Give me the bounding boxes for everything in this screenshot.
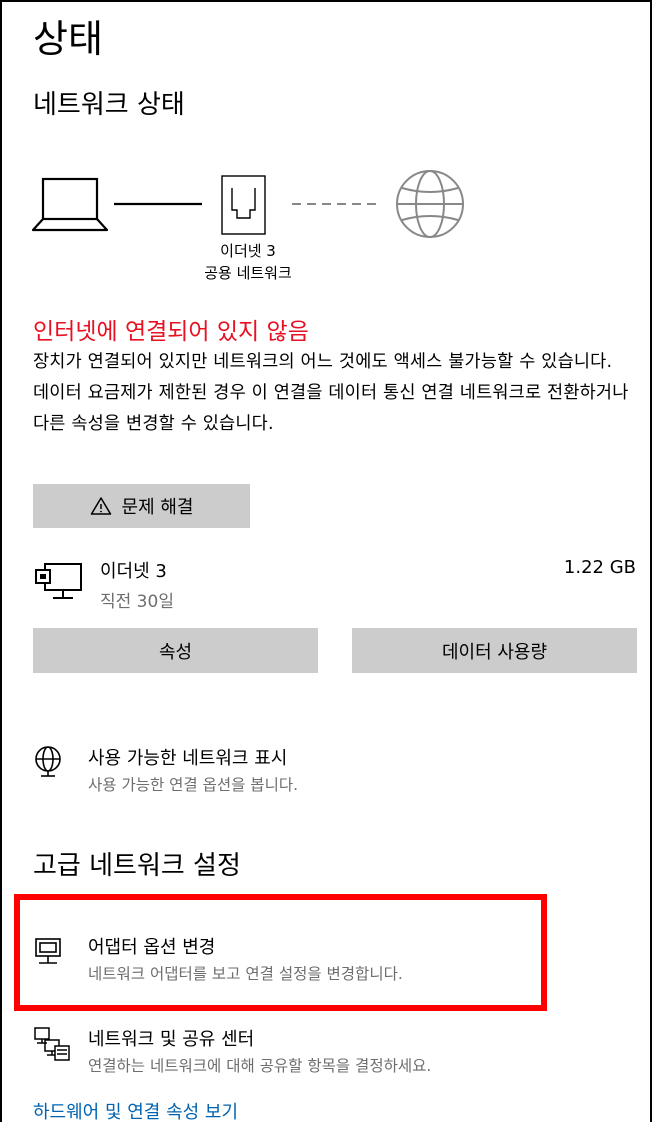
data-usage-button[interactable]: 데이터 사용량 — [352, 628, 637, 673]
network-diagram — [31, 170, 464, 238]
diagram-adapter-name: 이더넷 3 — [220, 242, 276, 260]
warning-icon — [90, 497, 111, 515]
advanced-settings-heading: 고급 네트워크 설정 — [33, 851, 241, 881]
sharing-center-subtitle: 연결하는 네트워크에 대해 공유할 항목을 결정하세요. — [88, 1057, 432, 1075]
globe-network-icon — [35, 746, 61, 777]
connection-usage: 1.22 GB — [563, 557, 636, 578]
troubleshoot-button[interactable]: 문제 해결 — [33, 484, 250, 528]
available-networks-title: 사용 가능한 네트워크 표시 — [88, 748, 288, 769]
troubleshoot-label: 문제 해결 — [121, 497, 194, 518]
page-title: 상태 — [33, 17, 103, 61]
network-status-heading: 네트워크 상태 — [33, 90, 185, 120]
globe-icon — [396, 170, 464, 238]
connection-description: 장치가 연결되어 있지만 네트워크의 어느 것에도 액세스 불가능할 수 있습니… — [33, 352, 629, 434]
sharing-center-title: 네트워크 및 공유 센터 — [88, 1029, 255, 1050]
sharing-center-icon — [34, 1027, 70, 1061]
available-networks-subtitle: 사용 가능한 연결 옵션을 봅니다. — [88, 776, 299, 794]
connection-error-message: 인터넷에 연결되어 있지 않음 — [33, 319, 309, 345]
ethernet-port-icon — [221, 175, 266, 235]
connection-name: 이더넷 3 — [100, 561, 167, 582]
laptop-icon — [31, 177, 109, 232]
highlight-box — [14, 894, 547, 1011]
show-available-networks-link[interactable]: 사용 가능한 네트워크 표시 사용 가능한 연결 옵션을 봅니다. — [33, 740, 433, 800]
diagram-network-type: 공용 네트워크 — [204, 264, 292, 282]
hardware-properties-link[interactable]: 하드웨어 및 연결 속성 보기 — [33, 1098, 238, 1122]
network-sharing-center-link[interactable]: 네트워크 및 공유 센터 연결하는 네트워크에 대해 공유할 항목을 결정하세요… — [33, 1022, 563, 1082]
properties-button[interactable]: 속성 — [33, 628, 318, 673]
wired-pc-icon — [35, 563, 82, 599]
connection-period: 직전 30일 — [100, 592, 174, 612]
